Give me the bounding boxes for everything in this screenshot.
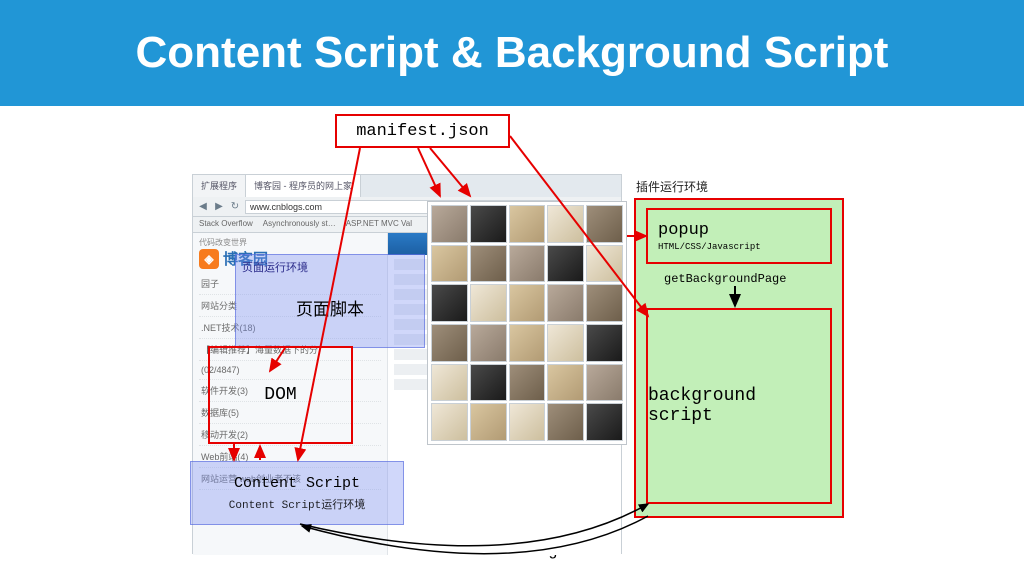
content-script-box: Content Script Content Script运行环境 — [190, 461, 404, 525]
slide-title: Content Script & Background Script — [40, 28, 984, 78]
thumbnail[interactable] — [586, 205, 623, 243]
page-script-label: 页面脚本 — [242, 295, 418, 320]
thumbnail[interactable] — [431, 205, 468, 243]
tab-strip: 扩展程序 博客园 - 程序员的网上家 — [193, 175, 621, 197]
thumbnail[interactable] — [586, 284, 623, 322]
dom-label: DOM — [264, 385, 296, 405]
background-script-box: background script — [646, 308, 832, 504]
slogan: 代码改变世界 — [199, 237, 381, 248]
manifest-box: manifest.json — [335, 114, 510, 148]
thumbnail[interactable] — [547, 205, 584, 243]
thumbnail[interactable] — [547, 403, 584, 441]
thumbnail[interactable] — [509, 284, 546, 322]
thumbnail[interactable] — [547, 364, 584, 402]
thumbnail[interactable] — [470, 364, 507, 402]
back-icon[interactable]: ◀ — [197, 201, 209, 213]
thumbnail[interactable] — [509, 364, 546, 402]
thumbnail[interactable] — [470, 245, 507, 283]
title-bar: Content Script & Background Script — [0, 0, 1024, 106]
thumbnail[interactable] — [509, 403, 546, 441]
bookmark-item[interactable]: Asynchronously st… — [263, 219, 336, 230]
manifest-label: manifest.json — [356, 122, 489, 141]
thumbnail[interactable] — [547, 245, 584, 283]
reload-icon[interactable]: ↻ — [229, 201, 241, 213]
thumbnail[interactable] — [586, 324, 623, 362]
thumbnail[interactable] — [586, 403, 623, 441]
thumbnail[interactable] — [547, 324, 584, 362]
thumbnail[interactable] — [586, 245, 623, 283]
runtime-env-label: 插件运行环境 — [636, 178, 708, 195]
popup-label: popup — [658, 221, 820, 240]
thumbnail[interactable] — [431, 364, 468, 402]
page-env-label: 页面运行环境 — [242, 259, 418, 275]
thumbnail[interactable] — [509, 205, 546, 243]
thumbnail[interactable] — [470, 284, 507, 322]
architecture-diagram: manifest.json 扩展程序 博客园 - 程序员的网上家 ◀ ▶ ↻ w… — [0, 106, 1024, 562]
forward-icon[interactable]: ▶ — [213, 201, 225, 213]
thumbnail[interactable] — [470, 324, 507, 362]
content-script-label: Content Script — [234, 475, 360, 492]
rss-icon: ◈ — [199, 249, 219, 269]
popup-sublabel: HTML/CSS/Javascript — [658, 242, 820, 252]
background-script-label: background script — [648, 386, 830, 426]
getbackgroundpage-label: getBackgroundPage — [664, 272, 786, 286]
thumbnail[interactable] — [431, 324, 468, 362]
thumbnail[interactable] — [431, 403, 468, 441]
url-text: www.cnblogs.com — [250, 202, 322, 212]
thumbnail[interactable] — [431, 245, 468, 283]
bookmark-item[interactable]: Stack Overflow — [199, 219, 253, 230]
content-script-env-label: Content Script运行环境 — [229, 496, 365, 512]
dom-box: DOM — [208, 346, 353, 444]
browser-tab[interactable]: 扩展程序 — [193, 175, 246, 197]
popup-box: popup HTML/CSS/Javascript — [646, 208, 832, 264]
thumbnail[interactable] — [470, 205, 507, 243]
thumbnail[interactable] — [509, 324, 546, 362]
thumbnail[interactable] — [431, 284, 468, 322]
popup-panel — [427, 201, 627, 445]
thumbnail[interactable] — [509, 245, 546, 283]
bookmark-item[interactable]: ASP.NET MVC Val — [346, 219, 412, 230]
thumbnail[interactable] — [470, 403, 507, 441]
page-env-overlay: 页面运行环境 页面脚本 — [235, 254, 425, 348]
browser-tab[interactable]: 博客园 - 程序员的网上家 — [246, 175, 361, 197]
thumbnail[interactable] — [547, 284, 584, 322]
thumbnail[interactable] — [586, 364, 623, 402]
